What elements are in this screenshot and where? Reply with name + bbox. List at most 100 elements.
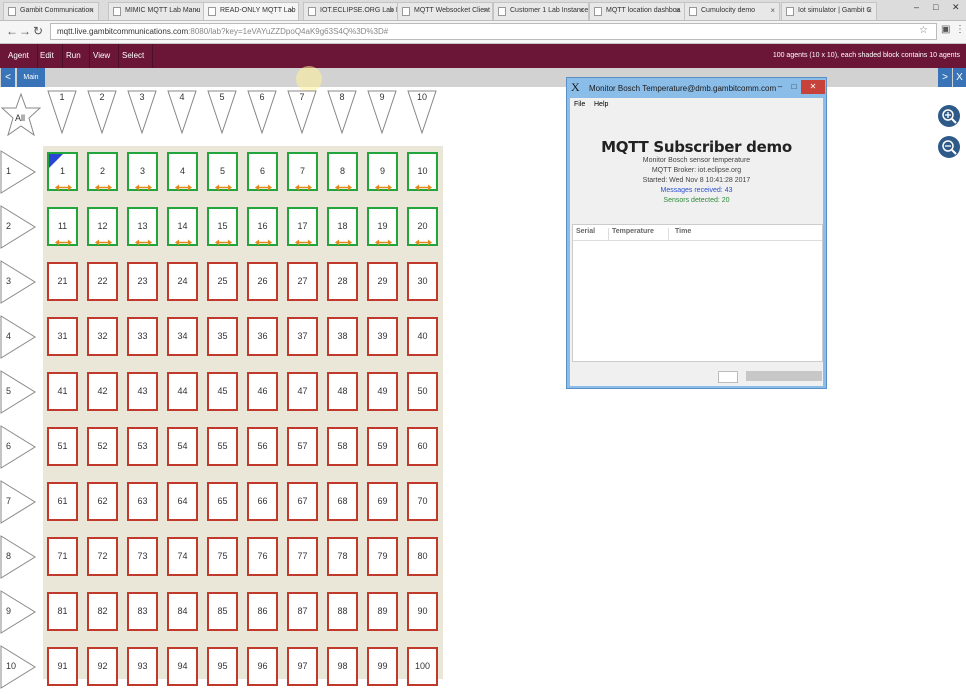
agent-55[interactable]: 55 bbox=[207, 427, 238, 466]
agent-47[interactable]: 47 bbox=[287, 372, 318, 411]
agent-71[interactable]: 71 bbox=[47, 537, 78, 576]
agent-49[interactable]: 49 bbox=[367, 372, 398, 411]
select-all-star[interactable]: All bbox=[0, 92, 42, 148]
column-temperature[interactable]: Temperature bbox=[612, 228, 669, 240]
agent-89[interactable]: 89 bbox=[367, 592, 398, 631]
browser-tab[interactable]: READ-ONLY MQTT Lab × bbox=[203, 2, 299, 20]
tab-close-icon[interactable]: × bbox=[579, 6, 584, 15]
agent-87[interactable]: 87 bbox=[287, 592, 318, 631]
agent-3[interactable]: 3 bbox=[127, 152, 158, 191]
column-selector[interactable]: 5 bbox=[207, 90, 237, 135]
agent-92[interactable]: 92 bbox=[87, 647, 118, 686]
agent-100[interactable]: 100 bbox=[407, 647, 438, 686]
prev-tab-button[interactable]: < bbox=[1, 68, 15, 87]
footer-scrollbar[interactable] bbox=[746, 371, 822, 381]
agent-86[interactable]: 86 bbox=[247, 592, 278, 631]
agent-54[interactable]: 54 bbox=[167, 427, 198, 466]
agent-18[interactable]: 18 bbox=[327, 207, 358, 246]
zoom-out-button[interactable] bbox=[938, 136, 960, 158]
agent-22[interactable]: 22 bbox=[87, 262, 118, 301]
agent-50[interactable]: 50 bbox=[407, 372, 438, 411]
agent-11[interactable]: 11 bbox=[47, 207, 78, 246]
reload-icon[interactable]: ↻ bbox=[33, 24, 43, 38]
agent-15[interactable]: 15 bbox=[207, 207, 238, 246]
agent-76[interactable]: 76 bbox=[247, 537, 278, 576]
window-menu-help[interactable]: Help bbox=[594, 101, 608, 108]
agent-12[interactable]: 12 bbox=[87, 207, 118, 246]
agent-21[interactable]: 21 bbox=[47, 262, 78, 301]
next-tab-button[interactable]: > bbox=[938, 68, 952, 87]
agent-42[interactable]: 42 bbox=[87, 372, 118, 411]
agent-52[interactable]: 52 bbox=[87, 427, 118, 466]
row-selector[interactable]: 4 bbox=[0, 315, 36, 359]
column-time[interactable]: Time bbox=[675, 228, 709, 240]
agent-45[interactable]: 45 bbox=[207, 372, 238, 411]
row-selector[interactable]: 10 bbox=[0, 645, 36, 689]
agent-43[interactable]: 43 bbox=[127, 372, 158, 411]
agent-31[interactable]: 31 bbox=[47, 317, 78, 356]
agent-75[interactable]: 75 bbox=[207, 537, 238, 576]
column-selector[interactable]: 1 bbox=[47, 90, 77, 135]
window-close-icon[interactable]: ✕ bbox=[801, 80, 825, 94]
agent-90[interactable]: 90 bbox=[407, 592, 438, 631]
agent-26[interactable]: 26 bbox=[247, 262, 278, 301]
agent-84[interactable]: 84 bbox=[167, 592, 198, 631]
agent-81[interactable]: 81 bbox=[47, 592, 78, 631]
footer-scroll-field[interactable] bbox=[718, 371, 738, 383]
back-icon[interactable]: ← bbox=[6, 24, 18, 38]
agent-78[interactable]: 78 bbox=[327, 537, 358, 576]
row-selector[interactable]: 5 bbox=[0, 370, 36, 414]
column-selector[interactable]: 8 bbox=[327, 90, 357, 135]
row-selector[interactable]: 9 bbox=[0, 590, 36, 634]
browser-tab[interactable]: Iot simulator | Gambit C × bbox=[781, 2, 877, 20]
agent-40[interactable]: 40 bbox=[407, 317, 438, 356]
row-selector[interactable]: 8 bbox=[0, 535, 36, 579]
agent-13[interactable]: 13 bbox=[127, 207, 158, 246]
agent-23[interactable]: 23 bbox=[127, 262, 158, 301]
agent-39[interactable]: 39 bbox=[367, 317, 398, 356]
agent-51[interactable]: 51 bbox=[47, 427, 78, 466]
agent-14[interactable]: 14 bbox=[167, 207, 198, 246]
agent-96[interactable]: 96 bbox=[247, 647, 278, 686]
agent-44[interactable]: 44 bbox=[167, 372, 198, 411]
browser-tab[interactable]: Customer 1 Lab Instance × bbox=[493, 2, 589, 20]
browser-tab[interactable]: MQTT location dashboa × bbox=[589, 2, 685, 20]
browser-tab[interactable]: MQTT Websocket Client × bbox=[397, 2, 493, 20]
agent-48[interactable]: 48 bbox=[327, 372, 358, 411]
window-minimize-icon[interactable]: – bbox=[773, 80, 787, 94]
tab-close-icon[interactable]: × bbox=[675, 6, 680, 15]
agent-63[interactable]: 63 bbox=[127, 482, 158, 521]
close-window-icon[interactable]: ✕ bbox=[952, 2, 960, 13]
minimize-icon[interactable]: – bbox=[914, 2, 919, 12]
tab-main[interactable]: Main bbox=[17, 68, 45, 87]
agent-80[interactable]: 80 bbox=[407, 537, 438, 576]
row-selector[interactable]: 7 bbox=[0, 480, 36, 524]
close-tab-button[interactable]: X bbox=[953, 68, 966, 87]
agent-30[interactable]: 30 bbox=[407, 262, 438, 301]
agent-37[interactable]: 37 bbox=[287, 317, 318, 356]
agent-10[interactable]: 10 bbox=[407, 152, 438, 191]
agent-62[interactable]: 62 bbox=[87, 482, 118, 521]
tab-close-icon[interactable]: × bbox=[89, 6, 94, 15]
row-selector[interactable]: 1 bbox=[0, 150, 36, 194]
browser-tab[interactable]: MIMIC MQTT Lab Manu × bbox=[108, 2, 204, 20]
column-selector[interactable]: 3 bbox=[127, 90, 157, 135]
agent-61[interactable]: 61 bbox=[47, 482, 78, 521]
agent-17[interactable]: 17 bbox=[287, 207, 318, 246]
browser-tab[interactable]: Gambit Communication × bbox=[3, 2, 99, 20]
extension-icon[interactable]: ▣ bbox=[941, 24, 950, 35]
window-menu-file[interactable]: File bbox=[574, 101, 585, 108]
agent-65[interactable]: 65 bbox=[207, 482, 238, 521]
column-selector[interactable]: 10 bbox=[407, 90, 437, 135]
readings-table[interactable]: Serial Temperature Time bbox=[572, 224, 823, 362]
agent-29[interactable]: 29 bbox=[367, 262, 398, 301]
agent-38[interactable]: 38 bbox=[327, 317, 358, 356]
agent-79[interactable]: 79 bbox=[367, 537, 398, 576]
agent-73[interactable]: 73 bbox=[127, 537, 158, 576]
agent-64[interactable]: 64 bbox=[167, 482, 198, 521]
agent-32[interactable]: 32 bbox=[87, 317, 118, 356]
row-selector[interactable]: 2 bbox=[0, 205, 36, 249]
agent-41[interactable]: 41 bbox=[47, 372, 78, 411]
agent-53[interactable]: 53 bbox=[127, 427, 158, 466]
agent-66[interactable]: 66 bbox=[247, 482, 278, 521]
